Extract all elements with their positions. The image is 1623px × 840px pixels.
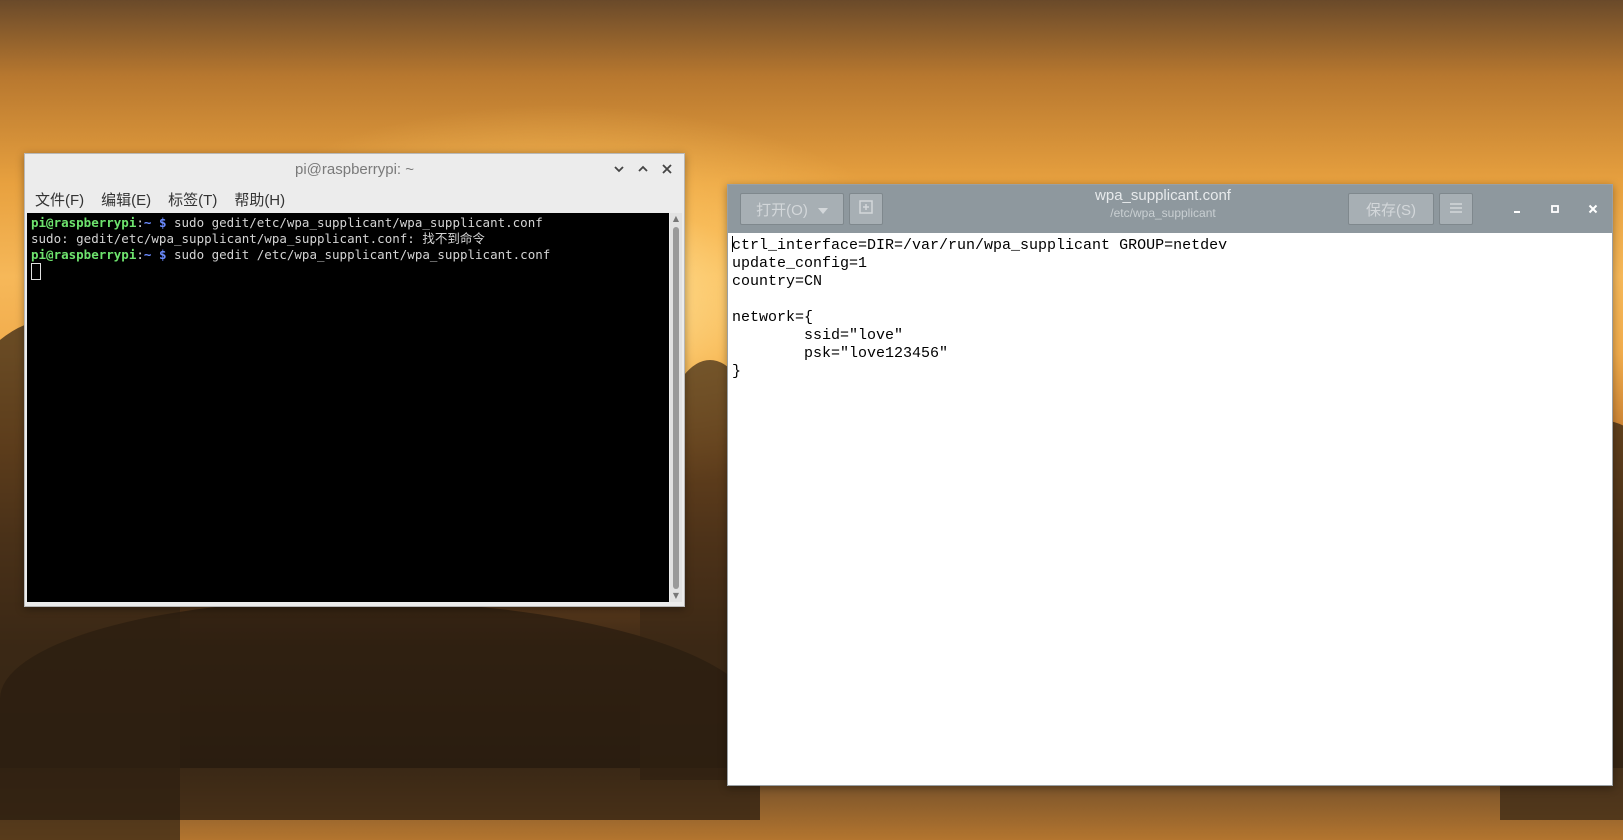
menu-tabs[interactable]: 标签(T) (168, 189, 217, 210)
prompt-separator: : (136, 215, 144, 230)
scrollbar-thumb[interactable] (673, 227, 679, 589)
scroll-up-icon[interactable]: ▲ (671, 214, 681, 224)
maximize-icon[interactable] (1546, 200, 1564, 218)
prompt-user: pi@raspberrypi (31, 215, 137, 230)
prompt-separator: : (136, 247, 144, 262)
save-button-label: 保存(S) (1366, 201, 1416, 219)
new-tab-button[interactable] (849, 193, 883, 225)
editor-line: update_config=1 (732, 255, 868, 272)
menu-button[interactable] (1439, 193, 1473, 225)
open-button-label: 打开(O) (756, 201, 808, 219)
error-text: sudo: gedit/etc/wpa_supplicant/wpa_suppl… (31, 231, 485, 246)
scroll-down-icon[interactable]: ▼ (671, 591, 681, 601)
editor-line: ​ (732, 291, 1608, 309)
menu-file[interactable]: 文件(F) (35, 189, 84, 210)
gedit-title: wpa_supplicant.conf (1095, 187, 1231, 204)
prompt-path: ~ $ (143, 247, 167, 262)
save-button[interactable]: 保存(S) (1348, 193, 1434, 225)
prompt-user: pi@raspberrypi (31, 247, 137, 262)
editor-line: psk="love123456" (732, 345, 949, 362)
terminal-window[interactable]: pi@raspberrypi: ~ 文件(F) 编辑(E) 标签(T) 帮助(H… (24, 153, 685, 607)
menu-help[interactable]: 帮助(H) (234, 189, 285, 210)
editor-line: ctrl_interface=DIR=/var/run/wpa_supplica… (732, 236, 1608, 255)
command-text: sudo gedit /etc/wpa_supplicant/wpa_suppl… (166, 247, 551, 262)
terminal-titlebar[interactable]: pi@raspberrypi: ~ (25, 154, 684, 186)
new-tab-icon (858, 199, 874, 219)
chevron-down-icon[interactable] (610, 160, 628, 178)
terminal-line: sudo: gedit/etc/wpa_supplicant/wpa_suppl… (31, 231, 665, 247)
terminal-title: pi@raspberrypi: ~ (294, 161, 415, 178)
text-editor[interactable]: ctrl_interface=DIR=/var/run/wpa_supplica… (728, 233, 1612, 384)
terminal-menubar: 文件(F) 编辑(E) 标签(T) 帮助(H) (25, 186, 684, 212)
close-icon[interactable] (1584, 200, 1602, 218)
command-text: sudo gedit/etc/wpa_supplicant/wpa_suppli… (166, 215, 543, 230)
editor-line: network={ (732, 309, 814, 326)
terminal-cursor (31, 263, 41, 280)
close-icon[interactable] (658, 160, 676, 178)
gedit-subtitle: /etc/wpa_supplicant (1110, 206, 1216, 220)
chevron-up-icon[interactable] (634, 160, 652, 178)
editor-line-text: ctrl_interface=DIR=/var/run/wpa_supplica… (732, 237, 1228, 254)
gedit-headerbar[interactable]: 打开(O) wpa_supplicant.conf /etc/wpa_suppl… (728, 185, 1612, 233)
editor-line: country=CN (732, 273, 823, 290)
editor-line: } (732, 363, 742, 380)
terminal-line: pi@raspberrypi:~ $ sudo gedit /etc/wpa_s… (31, 247, 665, 263)
hamburger-icon (1449, 201, 1463, 218)
terminal-scrollbar[interactable]: ▲ ▼ (670, 213, 682, 602)
terminal-output[interactable]: pi@raspberrypi:~ $ sudo gedit/etc/wpa_su… (27, 213, 669, 602)
minimize-icon[interactable] (1508, 200, 1526, 218)
caret-down-icon (817, 201, 828, 218)
terminal-line: pi@raspberrypi:~ $ sudo gedit/etc/wpa_su… (31, 215, 665, 231)
gedit-window[interactable]: 打开(O) wpa_supplicant.conf /etc/wpa_suppl… (727, 184, 1613, 786)
prompt-path: ~ $ (143, 215, 167, 230)
open-button[interactable]: 打开(O) (740, 193, 844, 225)
editor-line: ssid="love" (732, 327, 904, 344)
menu-edit[interactable]: 编辑(E) (101, 189, 151, 210)
